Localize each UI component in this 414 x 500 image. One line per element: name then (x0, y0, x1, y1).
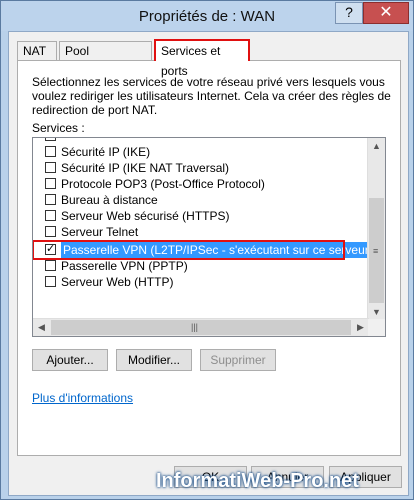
list-item-label: Protocole POP3 (Post-Office Protocol) (61, 177, 265, 191)
services-list[interactable]: Sécurité IP (IKE) Sécurité IP (IKE NAT T… (32, 137, 386, 337)
checkbox[interactable] (45, 194, 56, 205)
grip-icon: ≡ (373, 246, 379, 256)
checkbox[interactable] (45, 276, 56, 287)
checkbox[interactable] (45, 146, 56, 157)
help-button[interactable]: ? (335, 2, 363, 24)
list-item-label: Sécurité IP (IKE) (61, 145, 151, 159)
scroll-left-icon[interactable]: ◀ (33, 319, 50, 336)
services-label: Services : (32, 121, 85, 135)
list-item-label: Serveur Web (HTTP) (61, 275, 174, 289)
vertical-scroll-thumb[interactable]: ≡ (369, 198, 384, 303)
add-button[interactable]: Ajouter... (32, 349, 108, 371)
tab-address-pool[interactable]: Pool d'adresses (59, 41, 152, 77)
checkbox[interactable] (45, 210, 56, 221)
properties-dialog: Propriétés de : WAN ? ✕ NAT Pool d'adres… (0, 0, 414, 500)
list-item-label: Bureau à distance (61, 193, 158, 207)
list-item-label: Serveur Web sécurisé (HTTPS) (61, 209, 230, 223)
list-item-label: Passerelle VPN (PPTP) (61, 259, 188, 273)
scroll-up-icon[interactable]: ▲ (368, 138, 385, 155)
list-item-label: Sécurité IP (IKE NAT Traversal) (61, 161, 230, 175)
checkbox-checked[interactable]: ✓ (45, 244, 56, 255)
watermark: InformatiWeb-Pro.net (156, 470, 359, 492)
horizontal-scrollbar[interactable]: ◀ ||| ▶ (33, 318, 369, 336)
description-text: Sélectionnez les services de votre résea… (32, 75, 391, 117)
checkbox[interactable] (45, 138, 56, 141)
close-button[interactable]: ✕ (363, 2, 409, 24)
scroll-right-icon[interactable]: ▶ (352, 319, 369, 336)
more-info-link[interactable]: Plus d'informations (32, 391, 133, 405)
title-bar[interactable]: Propriétés de : WAN ? ✕ (1, 1, 413, 31)
tab-nat[interactable]: NAT (17, 41, 57, 61)
checkbox[interactable] (45, 178, 56, 189)
checkbox[interactable] (45, 162, 56, 173)
tab-services-and-ports[interactable]: Services et ports (154, 39, 250, 78)
horizontal-scroll-thumb[interactable]: ||| (51, 320, 351, 335)
modify-button[interactable]: Modifier... (116, 349, 192, 371)
checkbox[interactable] (45, 260, 56, 271)
scrollbar-corner (368, 319, 385, 336)
delete-button[interactable]: Supprimer (200, 349, 276, 371)
list-item-label: Serveur Telnet (61, 225, 139, 239)
vertical-scrollbar[interactable]: ▲ ≡ ▼ (367, 138, 385, 321)
checkbox[interactable] (45, 226, 56, 237)
dialog-client-area: NAT Pool d'adresses Services et ports Sé… (8, 31, 409, 496)
grip-icon: ||| (191, 322, 199, 332)
list-item-label: Passerelle VPN (L2TP/IPSec - s'exécutant… (61, 242, 375, 258)
tab-panel: Sélectionnez les services de votre résea… (17, 60, 401, 456)
